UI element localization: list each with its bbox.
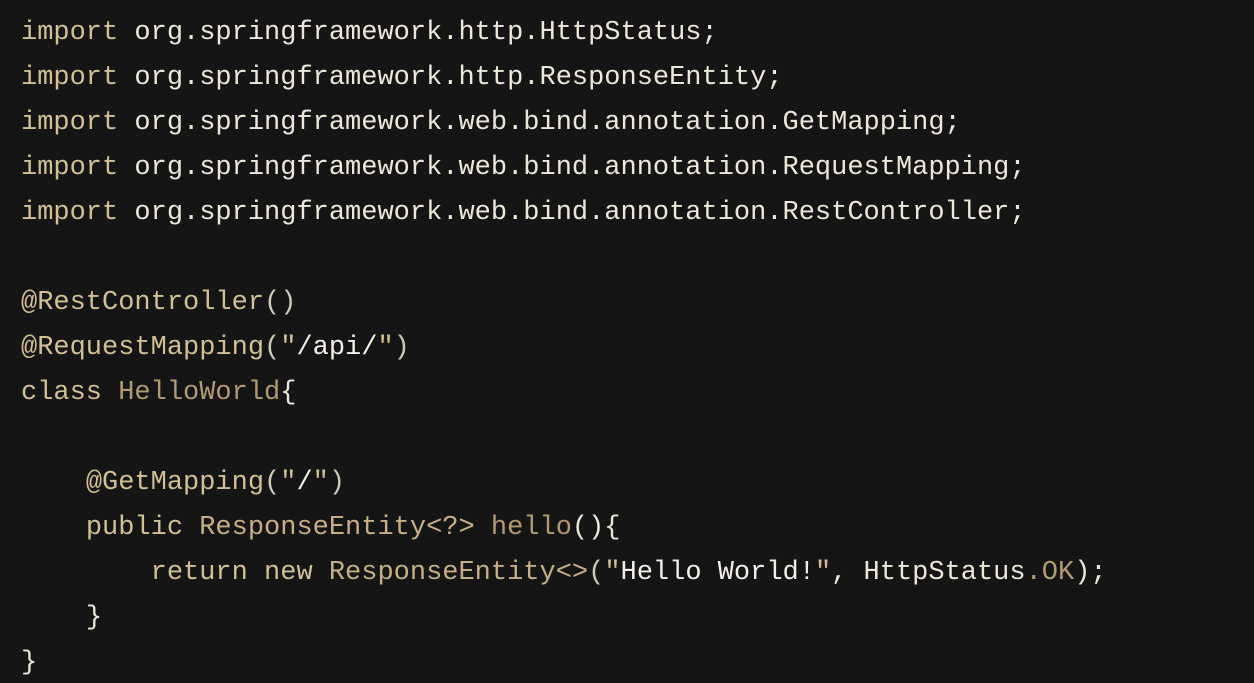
- code-token-keyword: import: [21, 153, 119, 183]
- code-line: @RestController(): [21, 281, 296, 326]
- code-token-keyword: return: [150, 558, 248, 588]
- code-token-classname: HelloWorld: [118, 378, 281, 408]
- code-token-punct: (){: [571, 513, 621, 543]
- code-token-keyword: import: [21, 108, 119, 138]
- code-token-quote: ": [312, 468, 329, 498]
- code-line: class HelloWorld{: [21, 371, 296, 416]
- code-token-plain: org.springframework.http.ResponseEntity;: [118, 63, 783, 93]
- code-editor[interactable]: import org.springframework.http.HttpStat…: [0, 0, 1254, 683]
- code-token-paren: ): [328, 468, 346, 498]
- code-token-keyword: import: [21, 63, 119, 93]
- code-token-keyword: import: [21, 18, 119, 48]
- code-line: @RequestMapping("/api/"): [21, 326, 410, 371]
- code-line: return new ResponseEntity<>("Hello World…: [21, 551, 1107, 596]
- code-line: }: [21, 596, 102, 641]
- code-token-plain: , HttpStatus: [831, 558, 1026, 588]
- code-line: import org.springframework.http.HttpStat…: [21, 11, 718, 56]
- code-token-generic: <?>: [426, 513, 475, 543]
- code-token-paren: (: [588, 558, 605, 588]
- code-token-quote: ": [280, 468, 297, 498]
- code-token-quote: ": [377, 333, 394, 363]
- code-token-punct: }: [21, 648, 38, 678]
- code-token-keyword: import: [21, 198, 119, 228]
- code-token-quote: ": [814, 558, 832, 588]
- code-token-type: ResponseEntity: [328, 558, 556, 588]
- code-token-punct: {: [280, 378, 297, 408]
- code-token-paren: ): [393, 333, 410, 363]
- code-token-plain: org.springframework.web.bind.annotation.…: [118, 153, 1026, 183]
- code-token-paren: (: [264, 333, 281, 363]
- code-token-type: ResponseEntity: [199, 513, 427, 543]
- code-token-punct: }: [85, 603, 103, 633]
- code-token-punct: );: [1074, 558, 1107, 588]
- code-token-plain: org.springframework.http.HttpStatus;: [118, 18, 718, 48]
- code-line: @GetMapping("/"): [21, 461, 345, 506]
- code-line: import org.springframework.web.bind.anno…: [21, 146, 1026, 191]
- code-token-string: /: [296, 468, 313, 498]
- code-line: public ResponseEntity<?> hello(){: [21, 506, 621, 551]
- code-token-keyword: public: [85, 513, 184, 543]
- code-token-annot: @RestController: [21, 288, 265, 318]
- code-token-const: .OK: [1025, 558, 1075, 588]
- code-token-string: /api/: [296, 333, 378, 363]
- code-token-keyword: new: [264, 558, 313, 588]
- code-line: import org.springframework.web.bind.anno…: [21, 191, 1026, 236]
- code-line: import org.springframework.web.bind.anno…: [21, 101, 961, 146]
- code-token-annot: @GetMapping: [85, 468, 265, 498]
- code-token-annot: @RequestMapping: [21, 333, 265, 363]
- code-token-quote: ": [604, 558, 621, 588]
- code-token-quote: ": [280, 333, 297, 363]
- code-token-plain: org.springframework.web.bind.annotation.…: [118, 108, 961, 138]
- code-line: }: [21, 641, 37, 683]
- code-token-method: hello: [490, 513, 572, 543]
- code-token-keyword: class: [21, 378, 103, 408]
- code-token-string: Hello World!: [620, 558, 815, 588]
- code-token-generic: <>: [555, 558, 589, 588]
- code-line: import org.springframework.http.Response…: [21, 56, 783, 101]
- code-token-paren: (: [264, 468, 281, 498]
- code-token-plain: org.springframework.web.bind.annotation.…: [118, 198, 1026, 228]
- code-token-paren: (): [264, 288, 297, 318]
